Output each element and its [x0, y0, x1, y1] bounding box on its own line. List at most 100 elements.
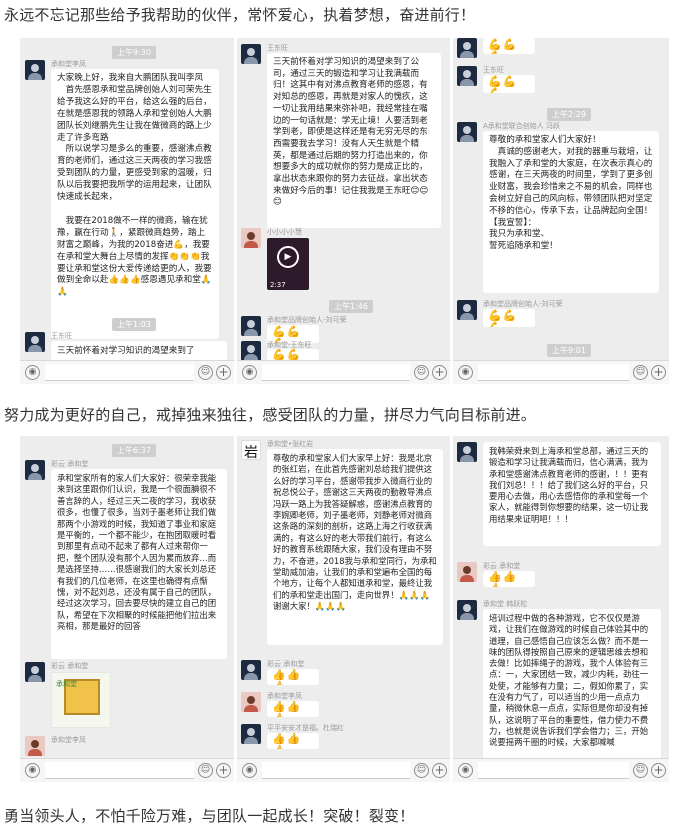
plus-icon[interactable]: +	[651, 763, 666, 778]
avatar[interactable]	[25, 736, 45, 756]
message: 小小小小慧 ▶ 2:37	[241, 228, 446, 294]
plus-icon[interactable]: +	[432, 763, 447, 778]
voice-icon[interactable]: ◉	[242, 365, 257, 380]
avatar[interactable]	[457, 600, 477, 620]
avatar[interactable]	[457, 38, 477, 58]
video-message[interactable]: ▶ 2:37	[267, 238, 309, 290]
message-input[interactable]	[478, 762, 629, 779]
timestamp: 上午2:29	[547, 108, 591, 121]
emoji-icon[interactable]: ☺	[198, 365, 213, 380]
message-input[interactable]	[45, 364, 194, 381]
chat-screenshot-1: 上午9:30 承和堂李凤 大家晚上好，我来自大鹏团队我叫李凤 首先感恩承和堂品牌…	[20, 38, 234, 384]
timestamp: 上午6:37	[112, 444, 156, 457]
chat-content: 上午9:30 承和堂李凤 大家晚上好，我来自大鹏团队我叫李凤 首先感恩承和堂品牌…	[20, 38, 234, 360]
avatar[interactable]	[241, 316, 261, 336]
message-input[interactable]	[478, 364, 629, 381]
sender-name: 小小小小慧	[267, 228, 302, 236]
message-bubble[interactable]: 尊敬的承和堂家人们大家早上好：我是北京的张红岩，在此首先感谢刘总给我们提供这么好…	[267, 449, 443, 645]
voice-icon[interactable]: ◉	[25, 365, 40, 380]
message: 王东旺 三天前怀着对学习知识的渴望来到了公司，通过三天的锻造和学习让我满载而归！…	[241, 44, 446, 230]
message-bubble[interactable]: 💪💪💪	[483, 309, 535, 327]
chat-input-bar: ◉ ☺ +	[453, 360, 669, 384]
avatar[interactable]	[25, 662, 45, 682]
emoji-icon[interactable]: ☺	[414, 365, 429, 380]
avatar[interactable]	[457, 66, 477, 86]
emoji-icon[interactable]: ☺	[414, 763, 429, 778]
message: 彩云 承和堂 承和堂家所有的家人们大家好：很荣幸我能来到这里跟你们认识，我是一个…	[25, 460, 230, 659]
message-input[interactable]	[45, 762, 194, 779]
chat-screenshot-4: 上午6:37 彩云 承和堂 承和堂家所有的家人们大家好：很荣幸我能来到这里跟你们…	[20, 436, 234, 782]
message-bubble[interactable]: 💪💪💪	[483, 75, 535, 93]
voice-icon[interactable]: ◉	[25, 763, 40, 778]
voice-icon[interactable]: ◉	[458, 763, 473, 778]
emoji-icon[interactable]: ☺	[198, 763, 213, 778]
sender-name: 彩云 承和堂	[51, 662, 89, 670]
message: 承和堂-王东旺 💪💪💪	[241, 341, 446, 360]
avatar[interactable]	[25, 60, 45, 80]
message-bubble[interactable]: 三天前怀着对学习知识的渴望来到了	[51, 341, 227, 360]
message-input[interactable]	[262, 364, 410, 381]
message-bubble[interactable]: 三天前怀着对学习知识的渴望来到了公司，通过三天的锻造和学习让我满载而归！这其中有…	[267, 53, 441, 228]
message: 💪💪💪	[457, 38, 662, 58]
message-bubble[interactable]: 培训过程中做的各种游戏，它不仅仅是游戏，让我们在做游戏的时候自己体验其中的道理，…	[483, 609, 661, 758]
plus-icon[interactable]: +	[432, 365, 447, 380]
plus-icon[interactable]: +	[216, 763, 231, 778]
chat-input-bar: ◉ ☺ +	[453, 758, 669, 782]
avatar[interactable]	[457, 442, 477, 462]
chat-content: 上午6:37 彩云 承和堂 承和堂家所有的家人们大家好：很荣幸我能来到这里跟你们…	[20, 436, 234, 758]
avatar[interactable]	[241, 228, 261, 248]
message: 彩云 承和堂 👍👍👍	[457, 562, 662, 592]
emoji-icon[interactable]: ☺	[633, 365, 648, 380]
avatar[interactable]	[241, 724, 261, 744]
message: 承和堂 韩跃松 培训过程中做的各种游戏，它不仅仅是游戏，让我们在做游戏的时候自己…	[457, 600, 665, 758]
message: 承和堂李凤 👍👍👍	[241, 692, 446, 722]
message: 承和堂李凤	[25, 736, 230, 758]
message-bubble[interactable]: 承和堂家所有的家人们大家好：很荣幸我能来到这里跟你们认识，我是一个很面腆很不善言…	[51, 469, 227, 659]
message: 平平安安才是福。杜瑞红 👍👍👍	[241, 724, 446, 754]
avatar[interactable]	[457, 122, 477, 142]
image-message[interactable]: 承和堂	[51, 672, 111, 728]
message-bubble[interactable]: 我韩荣舜来到上海承和堂总部，通过三天的锻造和学习让我满载而归，信心满满，我为承和…	[483, 442, 661, 546]
sender-name: 王东旺	[267, 44, 288, 52]
avatar[interactable]	[241, 341, 261, 360]
timestamp: 上午1:03	[112, 318, 156, 331]
message: A承和堂联合创始人 冯跃 尊敬的承和堂家人们大家好！ 真诚的感谢老大，对我的器重…	[457, 122, 665, 294]
avatar[interactable]	[241, 660, 261, 680]
emoji-icon[interactable]: ☺	[633, 763, 648, 778]
sender-name: 承和堂李凤	[267, 692, 302, 700]
sender-name: 承和堂品牌创始人-刘可荣	[267, 316, 347, 324]
message-bubble[interactable]: 💪💪💪	[267, 349, 319, 360]
play-icon: ▶	[277, 246, 299, 268]
avatar[interactable]	[25, 332, 45, 352]
timestamp: 上午1:46	[329, 300, 373, 313]
avatar[interactable]	[241, 440, 261, 460]
message-bubble[interactable]: 💪💪💪	[483, 38, 535, 54]
avatar[interactable]	[241, 44, 261, 64]
message-input[interactable]	[262, 762, 410, 779]
caption-middle: 努力成为更好的自己，戒掉独来独往，感受团队的力量，拼尽力气向目标前进。	[4, 406, 537, 424]
voice-icon[interactable]: ◉	[458, 365, 473, 380]
message-bubble[interactable]: 👍👍👍	[483, 571, 535, 587]
plus-icon[interactable]: +	[216, 365, 231, 380]
message-bubble[interactable]: 👍👍👍	[267, 733, 319, 749]
message-bubble[interactable]: 大家晚上好，我来自大鹏团队我叫李凤 首先感恩承和堂品牌创始人刘可荣先生给予我这么…	[51, 69, 219, 339]
voice-icon[interactable]: ◉	[242, 763, 257, 778]
avatar[interactable]	[457, 562, 477, 582]
message-bubble[interactable]: 👍👍👍	[267, 701, 319, 717]
chat-content: 王东旺 三天前怀着对学习知识的渴望来到了公司，通过三天的锻造和学习让我满载而归！…	[237, 38, 450, 360]
sender-name: 承和堂李凤	[51, 60, 86, 68]
plus-icon[interactable]: +	[651, 365, 666, 380]
message: 我韩荣舜来到上海承和堂总部，通过三天的锻造和学习让我满载而归，信心满满，我为承和…	[457, 442, 665, 552]
message-bubble[interactable]: 尊敬的承和堂家人们大家好！ 真诚的感谢老大，对我的器重与栽培，让我融入了承和堂的…	[483, 131, 659, 293]
avatar[interactable]	[25, 460, 45, 480]
timestamp: 上午9:01	[547, 344, 591, 357]
message-bubble[interactable]: 👍👍👍	[267, 669, 319, 685]
chat-screenshot-5: 承和堂•张红岩 尊敬的承和堂家人们大家早上好：我是北京的张红岩，在此首先感谢刘总…	[237, 436, 450, 782]
message: 彩云 承和堂 👍👍👍	[241, 660, 446, 690]
avatar[interactable]	[457, 300, 477, 320]
avatar[interactable]	[241, 692, 261, 712]
chat-input-bar: ◉ ☺ +	[237, 360, 450, 384]
message: 承和堂李凤 大家晚上好，我来自大鹏团队我叫李凤 首先感恩承和堂品牌创始人刘可荣先…	[25, 60, 230, 339]
chat-content: 我韩荣舜来到上海承和堂总部，通过三天的锻造和学习让我满载而归，信心满满，我为承和…	[453, 436, 669, 758]
sender-name: 平平安安才是福。杜瑞红	[267, 724, 344, 732]
